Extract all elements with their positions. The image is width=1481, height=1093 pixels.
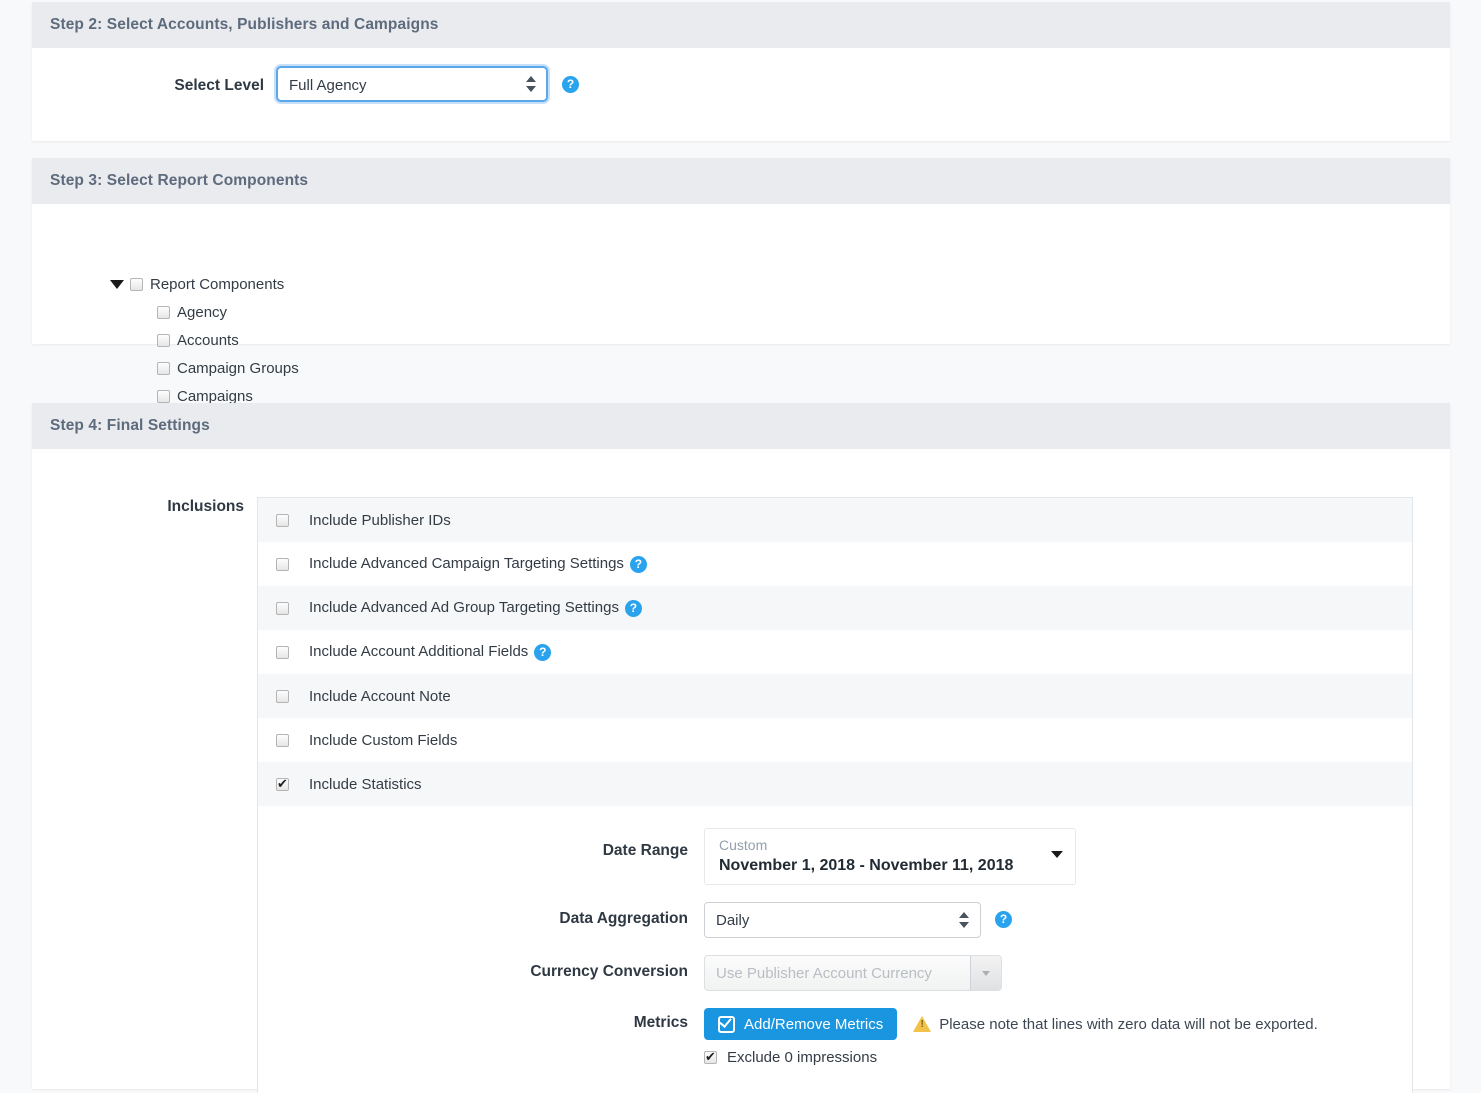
tree-label-accounts: Accounts <box>177 331 239 349</box>
report-builder-page: Step 2: Select Accounts, Publishers and … <box>0 0 1481 1093</box>
inclusion-row-publisher-ids[interactable]: Include Publisher IDs <box>258 498 1412 542</box>
checkbox-include-account-additional-fields[interactable] <box>276 645 289 659</box>
inclusion-label-account-note: Include Account Note <box>309 687 451 705</box>
inclusion-label-publisher-ids: Include Publisher IDs <box>309 511 451 529</box>
warning-triangle-icon <box>913 1016 932 1032</box>
checkbox-include-advanced-ad-group-targeting[interactable] <box>276 601 289 615</box>
checkbox-include-account-note[interactable] <box>276 689 289 703</box>
advanced-campaign-targeting-help-icon[interactable]: ? <box>629 555 647 573</box>
panel-step-3: Step 3: Select Report Components Report … <box>32 158 1450 405</box>
panel-step-4: Step 4: Final Settings Inclusions Includ… <box>32 403 1450 1093</box>
step-3-body: Report Components Agency Accounts Campai… <box>32 204 1450 405</box>
inclusion-row-statistics[interactable]: Include Statistics <box>258 762 1412 806</box>
inclusion-row-advanced-campaign-targeting[interactable]: Include Advanced Campaign Targeting Sett… <box>258 542 1412 586</box>
select-level-input[interactable]: Full Agency <box>276 66 548 102</box>
step-2-header: Step 2: Select Accounts, Publishers and … <box>32 2 1450 48</box>
step-4-header: Step 4: Final Settings <box>32 403 1450 449</box>
data-aggregation-wrapper: Daily <box>704 902 981 938</box>
inclusion-text: Include Advanced Campaign Targeting Sett… <box>309 555 624 573</box>
date-range-value: November 1, 2018 - November 11, 2018 <box>719 857 1014 874</box>
checkbox-include-advanced-campaign-targeting[interactable] <box>276 557 289 571</box>
step-3-header: Step 3: Select Report Components <box>32 158 1450 204</box>
tree-node-root[interactable]: Report Components <box>110 270 1450 298</box>
step-2-body: Select Level Full Agency ? <box>32 48 1450 141</box>
account-additional-fields-help-icon[interactable]: ? <box>534 643 552 661</box>
tree-node-agency[interactable]: Agency <box>110 298 1450 326</box>
caret-down-icon[interactable] <box>110 279 124 289</box>
inclusion-row-custom-fields[interactable]: Include Custom Fields <box>258 718 1412 762</box>
metrics-note-text: Please note that lines with zero data wi… <box>939 1015 1318 1033</box>
select-level-wrapper: Full Agency <box>276 66 548 102</box>
data-aggregation-help-icon[interactable]: ? <box>995 911 1012 928</box>
metrics-button-line: Add/Remove Metrics Please note that line… <box>704 1008 1318 1040</box>
date-range-row: Date Range Custom November 1, 2018 - Nov… <box>258 828 1412 885</box>
statistics-settings: Date Range Custom November 1, 2018 - Nov… <box>258 806 1412 1093</box>
checkbox-campaign-groups[interactable] <box>157 361 170 375</box>
date-range-picker[interactable]: Custom November 1, 2018 - November 11, 2… <box>704 828 1076 885</box>
inclusion-row-account-additional-fields[interactable]: Include Account Additional Fields? <box>258 630 1412 674</box>
checkbox-accounts[interactable] <box>157 333 170 347</box>
inclusion-label-advanced-ad-group-targeting: Include Advanced Ad Group Targeting Sett… <box>309 599 642 617</box>
panel-step-2: Step 2: Select Accounts, Publishers and … <box>32 2 1450 141</box>
exclude-zero-impressions-label: Exclude 0 impressions <box>727 1049 878 1066</box>
currency-conversion-input[interactable]: Use Publisher Account Currency <box>704 955 1002 991</box>
select-level-label: Select Level <box>174 77 264 94</box>
data-aggregation-label: Data Aggregation <box>559 910 688 927</box>
metrics-row: Metrics Add/Remove Metrics Pl <box>258 1008 1412 1066</box>
inclusions-label: Inclusions <box>167 498 244 515</box>
tree-label-campaigns: Campaigns <box>177 387 253 405</box>
tree-label-campaign-groups: Campaign Groups <box>177 359 299 377</box>
inclusion-label-statistics: Include Statistics <box>309 775 422 793</box>
inclusion-text: Include Account Additional Fields <box>309 643 529 661</box>
tree-node-accounts[interactable]: Accounts <box>110 326 1450 354</box>
date-range-label: Date Range <box>602 842 688 859</box>
select-level-help-icon[interactable]: ? <box>562 76 579 93</box>
metrics-label: Metrics <box>633 1014 688 1031</box>
metrics-controls: Add/Remove Metrics Please note that line… <box>704 1008 1318 1066</box>
data-aggregation-input[interactable]: Daily <box>704 902 981 938</box>
inclusion-row-account-note[interactable]: Include Account Note <box>258 674 1412 718</box>
inclusions-table: Include Publisher IDs Include Advanced C… <box>257 497 1413 1093</box>
tree-label-root: Report Components <box>150 275 285 293</box>
checkbox-include-custom-fields[interactable] <box>276 733 289 747</box>
check-square-icon <box>718 1015 735 1033</box>
add-remove-metrics-label: Add/Remove Metrics <box>744 1015 884 1033</box>
inclusion-text: Include Advanced Ad Group Targeting Sett… <box>309 599 619 617</box>
report-components-tree: Report Components Agency Accounts Campai… <box>32 204 1450 410</box>
inclusion-label-advanced-campaign-targeting: Include Advanced Campaign Targeting Sett… <box>309 555 647 573</box>
checkbox-include-publisher-ids[interactable] <box>276 513 289 527</box>
date-range-preset: Custom <box>719 837 768 853</box>
inclusions-row: Inclusions Include Publisher IDs Include… <box>32 449 1450 1093</box>
inclusion-row-advanced-ad-group-targeting[interactable]: Include Advanced Ad Group Targeting Sett… <box>258 586 1412 630</box>
select-level-row: Select Level Full Agency ? <box>32 48 1450 106</box>
data-aggregation-row: Data Aggregation Daily ? <box>258 902 1412 938</box>
inclusion-label-custom-fields: Include Custom Fields <box>309 731 458 749</box>
currency-conversion-row: Currency Conversion Use Publisher Accoun… <box>258 955 1412 991</box>
advanced-ad-group-targeting-help-icon[interactable]: ? <box>624 599 642 617</box>
exclude-zero-impressions-row[interactable]: Exclude 0 impressions <box>704 1048 1318 1066</box>
checkbox-exclude-zero-impressions[interactable] <box>704 1048 717 1065</box>
currency-conversion-label: Currency Conversion <box>530 963 688 980</box>
checkbox-campaigns[interactable] <box>157 389 170 403</box>
checkbox-include-statistics[interactable] <box>276 775 289 792</box>
tree-node-campaign-groups[interactable]: Campaign Groups <box>110 354 1450 382</box>
metrics-note: Please note that lines with zero data wi… <box>913 1016 1318 1033</box>
add-remove-metrics-button[interactable]: Add/Remove Metrics <box>704 1008 898 1040</box>
tree-label-agency: Agency <box>177 303 228 321</box>
caret-down-icon <box>1051 851 1063 858</box>
inclusion-label-account-additional-fields: Include Account Additional Fields? <box>309 643 552 661</box>
checkbox-report-components[interactable] <box>130 277 143 291</box>
step-4-body: Inclusions Include Publisher IDs Include… <box>32 449 1450 1093</box>
currency-conversion-wrapper: Use Publisher Account Currency <box>704 955 1002 991</box>
checkbox-agency[interactable] <box>157 305 170 319</box>
